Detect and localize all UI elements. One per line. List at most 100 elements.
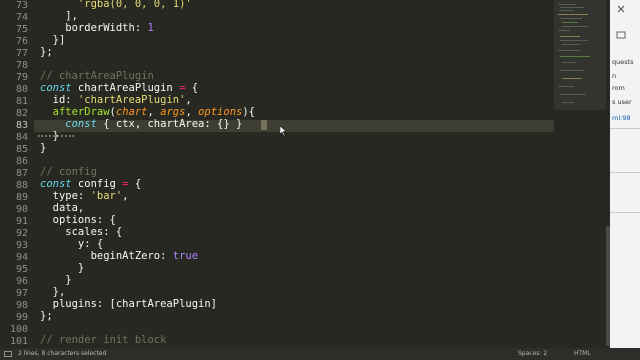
code-line[interactable]: ],	[40, 10, 78, 22]
code-text: beginAtZero:	[40, 250, 173, 262]
code-line[interactable]: borderWidth: 1	[40, 22, 154, 34]
comment-token: // chartAreaPlugin	[40, 70, 154, 82]
line-number: 77	[15, 48, 28, 59]
code-line[interactable]: afterDraw(chart, args, options){	[40, 106, 255, 118]
parameter-token: args	[160, 106, 186, 118]
line-number: 88	[15, 180, 28, 191]
dock-icon[interactable]	[616, 30, 626, 40]
line-number: 96	[15, 276, 28, 287]
code-line[interactable]: plugins: [chartAreaPlugin]	[40, 298, 217, 310]
code-text: {	[128, 178, 142, 190]
line-number: 98	[15, 300, 28, 311]
code-text: id:	[40, 94, 78, 106]
code-editor[interactable]: 73 74 75 76 77 78 79 80 81 82 83 84 85 8…	[0, 0, 554, 348]
parameter-token: chart	[115, 106, 148, 118]
keyword-token: const	[40, 178, 72, 190]
divider	[610, 128, 640, 129]
line-number: 73	[15, 0, 28, 11]
line-number: 90	[15, 204, 28, 215]
code-line[interactable]: },	[40, 286, 66, 298]
comment-token: // render init block	[40, 334, 167, 346]
code-text: type:	[40, 190, 91, 202]
line-number: 87	[15, 168, 28, 179]
line-number: 89	[15, 192, 28, 203]
line-number: 97	[15, 288, 28, 299]
line-number: 85	[15, 144, 28, 155]
keyword-token: const	[40, 118, 97, 130]
code-text: }	[40, 142, 47, 154]
mouse-pointer-icon	[280, 126, 287, 136]
parameter-token: options	[198, 106, 243, 118]
devtools-text: s user	[612, 98, 632, 106]
code-line[interactable]: }]	[40, 34, 66, 46]
code-text: ,	[185, 94, 192, 106]
number-token: 1	[147, 22, 154, 34]
code-line[interactable]: type: 'bar',	[40, 190, 129, 202]
line-number: 81	[15, 96, 28, 107]
divider	[610, 172, 640, 173]
code-text: options: {	[40, 214, 116, 226]
line-number: 94	[15, 252, 28, 263]
string-token: 'rgba(0, 0, 0, 1)'	[40, 0, 192, 10]
code-line[interactable]: scales: {	[40, 226, 122, 238]
code-line[interactable]: const chartAreaPlugin = {	[40, 82, 198, 94]
line-number: 92	[15, 228, 28, 239]
code-line[interactable]: }	[40, 262, 84, 274]
code-line[interactable]: data,	[40, 202, 85, 214]
code-text: }	[40, 274, 72, 286]
code-text: {	[185, 82, 199, 94]
code-line[interactable]: }	[40, 130, 59, 142]
string-token: 'chartAreaPlugin'	[77, 94, 186, 106]
code-line-active[interactable]: const { ctx, chartArea: {} }	[40, 118, 242, 130]
code-line[interactable]: const config = {	[40, 178, 141, 190]
text-cursor	[261, 120, 267, 130]
indentation-setting[interactable]: Spaces: 2	[518, 348, 547, 360]
code-line[interactable]: id: 'chartAreaPlugin',	[40, 94, 192, 106]
syntax-mode[interactable]: HTML	[574, 348, 591, 360]
line-number: 93	[15, 240, 28, 251]
minimap[interactable]	[554, 0, 606, 348]
line-number: 83	[15, 120, 28, 131]
line-number: 84	[15, 132, 28, 143]
code-line[interactable]: };	[40, 46, 53, 58]
code-line[interactable]: y: {	[40, 238, 103, 250]
code-line[interactable]: }	[40, 142, 46, 154]
devtools-text: rom	[612, 84, 625, 92]
code-text: plugins: [chartAreaPlugin]	[40, 298, 218, 310]
code-line[interactable]: beginAtZero: true	[40, 250, 199, 262]
line-number: 101	[9, 336, 28, 347]
devtools-text: quests	[612, 58, 634, 66]
browser-devtools-panel[interactable]: quests n rom s user ml:98	[610, 0, 640, 348]
keyword-token: const	[40, 82, 72, 94]
code-text: ],	[40, 10, 78, 22]
line-number-gutter: 73 74 75 76 77 78 79 80 81 82 83 84 85 8…	[0, 0, 34, 348]
code-text: ,	[147, 106, 161, 118]
code-line[interactable]: 'rgba(0, 0, 0, 1)'	[40, 0, 192, 10]
code-text: borderWidth:	[40, 22, 148, 34]
code-text: { ctx, chartArea: {} }	[96, 118, 243, 130]
code-line[interactable]: // config	[40, 166, 97, 178]
divider	[610, 212, 640, 213]
code-line[interactable]: }	[40, 274, 72, 286]
line-number: 100	[9, 324, 28, 335]
selection-status: 2 lines, 8 characters selected	[18, 350, 107, 357]
code-text: }	[40, 262, 85, 274]
line-number: 78	[15, 60, 28, 71]
line-number: 95	[15, 264, 28, 275]
panel-toggle-icon[interactable]	[4, 351, 12, 357]
boolean-token: true	[172, 250, 199, 262]
string-token: 'bar'	[90, 190, 123, 202]
close-icon[interactable]	[616, 4, 626, 14]
code-line[interactable]: // chartAreaPlugin	[40, 70, 154, 82]
code-text: data,	[40, 202, 85, 214]
line-number: 82	[15, 108, 28, 119]
code-text: ){	[242, 106, 256, 118]
code-line[interactable]: // render init block	[40, 334, 166, 346]
code-text: }]	[40, 34, 66, 46]
line-number: 76	[15, 36, 28, 47]
devtools-source-link[interactable]: ml:98	[612, 114, 631, 122]
function-token: afterDraw	[40, 106, 110, 118]
code-line[interactable]: options: {	[40, 214, 116, 226]
code-line[interactable]: };	[40, 310, 53, 322]
line-number: 86	[15, 156, 28, 167]
